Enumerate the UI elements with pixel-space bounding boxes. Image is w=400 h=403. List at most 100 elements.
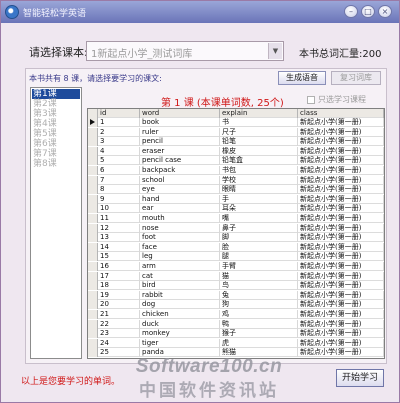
cell-id: 18 [98,281,140,291]
row-selector[interactable] [88,204,98,214]
table-row[interactable]: 23 monkey 猴子 新起点小学(第一册) [88,329,384,339]
chevron-down-icon[interactable]: ▼ [268,43,282,59]
maximize-button[interactable]: □ [361,5,375,18]
lesson-list[interactable]: 第1课 第2课 第3课 第4课 第5课 第6课 第7课 第8课 [30,87,82,359]
row-selector[interactable] [88,310,98,319]
row-selector[interactable] [88,223,98,233]
lesson-item[interactable]: 第8课 [32,159,80,169]
word-table[interactable]: id word explain class 1 book 书新起点小学(第一册) 2 ruler… [87,108,385,359]
table-row[interactable]: 24 tiger 虎新起点小学(第一册) [88,338,384,348]
footer-note: 以上是您要学习的单词。 [21,377,121,387]
table-row[interactable]: 20 dog 狗新起点小学(第一册) [88,300,384,310]
table-row[interactable]: 11 mouth 嘴新起点小学(第一册) [88,214,384,223]
row-selector[interactable] [88,319,98,329]
column-header-class[interactable]: class [298,109,384,118]
lesson-item[interactable]: 第7课 [32,149,80,159]
table-row[interactable]: 1 book 书新起点小学(第一册) [88,118,384,127]
review-button[interactable]: 复习词库 [331,71,381,85]
lesson-item[interactable]: 第4课 [32,119,80,129]
course-select[interactable]: 1新起点小学_测试词库 ▼ [86,41,284,61]
cell-word: bird [140,281,220,291]
course-label: 请选择课本: [29,46,88,59]
app-icon [5,5,19,19]
watermark-line1: Software100.cn [135,356,283,377]
row-selector[interactable] [88,252,98,262]
row-selector[interactable] [88,262,98,271]
cell-word: ruler [140,127,220,137]
column-header-id[interactable]: id [98,109,140,118]
start-learning-button[interactable]: 开始学习 [336,369,384,387]
generate-audio-button[interactable]: 生成语音 [278,71,326,85]
table-row[interactable]: 2 ruler 尺子 新起点小学(第一册) [88,127,384,137]
cell-explain: 手 [220,194,298,204]
cell-id: 15 [98,252,140,262]
row-selector[interactable] [88,194,98,204]
table-row[interactable]: 18 bird 鸟新起点小学(第一册) [88,281,384,291]
table-row[interactable]: 6 backpack 书包 新起点小学(第一册) [88,166,384,175]
cell-explain: 兔 [220,290,298,300]
row-selector[interactable] [88,281,98,291]
table-row[interactable]: 14 face 脸新起点小学(第一册) [88,242,384,252]
cell-class: 新起点小学(第一册) [298,281,384,291]
table-row[interactable]: 4 eraser 橡皮 新起点小学(第一册) [88,146,384,156]
table-row[interactable]: 13 foot 脚新起点小学(第一册) [88,233,384,243]
row-selector[interactable] [88,146,98,156]
lesson-item[interactable]: 第1课 [32,89,80,99]
row-selector[interactable] [88,233,98,243]
row-selector[interactable] [88,137,98,147]
cell-explain: 猴子 [220,329,298,339]
table-row[interactable]: 19 rabbit 兔新起点小学(第一册) [88,290,384,300]
row-selector[interactable] [88,290,98,300]
cell-class: 新起点小学(第一册) [298,223,384,233]
table-row[interactable]: 21 chicken 鸡新起点小学(第一册) [88,310,384,319]
cell-word: chicken [140,310,220,319]
table-row[interactable]: 10 ear 耳朵 新起点小学(第一册) [88,204,384,214]
table-row[interactable]: 9 hand 手新起点小学(第一册) [88,194,384,204]
row-selector[interactable] [88,118,98,127]
cell-explain: 狗 [220,300,298,310]
app-window: 智能轻松学英语 – □ × 请选择课本: 1新起点小学_测试词库 ▼ 本书总词汇… [0,0,400,403]
column-header-explain[interactable]: explain [220,109,298,118]
lesson-item[interactable]: 第6课 [32,139,80,149]
table-row[interactable]: 5 pencil case 铅笔盒 新起点小学(第一册) [88,156,384,166]
cell-word: face [140,242,220,252]
cell-class: 新起点小学(第一册) [298,262,384,271]
cell-class: 新起点小学(第一册) [298,348,384,358]
study-checkbox-label: 只选学习课程 [318,95,366,104]
minimize-button[interactable]: – [344,5,358,18]
row-selector[interactable] [88,338,98,348]
cell-explain: 嘴 [220,214,298,223]
cell-word: rabbit [140,290,220,300]
cell-id: 16 [98,262,140,271]
row-selector[interactable] [88,242,98,252]
row-selector[interactable] [88,329,98,339]
row-selector[interactable] [88,271,98,281]
column-header-word[interactable]: word [140,109,220,118]
table-row[interactable]: 17 cat 猫新起点小学(第一册) [88,271,384,281]
row-selector[interactable] [88,185,98,195]
row-selector[interactable] [88,156,98,166]
table-header-row: id word explain class [88,109,384,118]
cell-word: nose [140,223,220,233]
table-row[interactable]: 22 duck 鸭新起点小学(第一册) [88,319,384,329]
row-selector[interactable] [88,214,98,223]
row-selector[interactable] [88,175,98,185]
cell-id: 24 [98,338,140,348]
table-row[interactable]: 16 arm 手臂 新起点小学(第一册) [88,262,384,271]
table-row[interactable]: 3 pencil 铅笔 新起点小学(第一册) [88,137,384,147]
study-checkbox[interactable] [307,96,315,104]
row-selector[interactable] [88,127,98,137]
table-row[interactable]: 15 leg 腿新起点小学(第一册) [88,252,384,262]
cell-word: leg [140,252,220,262]
lesson-item[interactable]: 第2课 [32,99,80,109]
lesson-item[interactable]: 第3课 [32,109,80,119]
table-row[interactable]: 12 nose 鼻子 新起点小学(第一册) [88,223,384,233]
table-row[interactable]: 8 eye 眼睛 新起点小学(第一册) [88,185,384,195]
table-row[interactable]: 7 school 学校 新起点小学(第一册) [88,175,384,185]
cell-word: monkey [140,329,220,339]
row-selector[interactable] [88,300,98,310]
row-selector[interactable] [88,348,98,358]
close-button[interactable]: × [378,5,392,18]
lesson-item[interactable]: 第5课 [32,129,80,139]
row-selector[interactable] [88,166,98,175]
